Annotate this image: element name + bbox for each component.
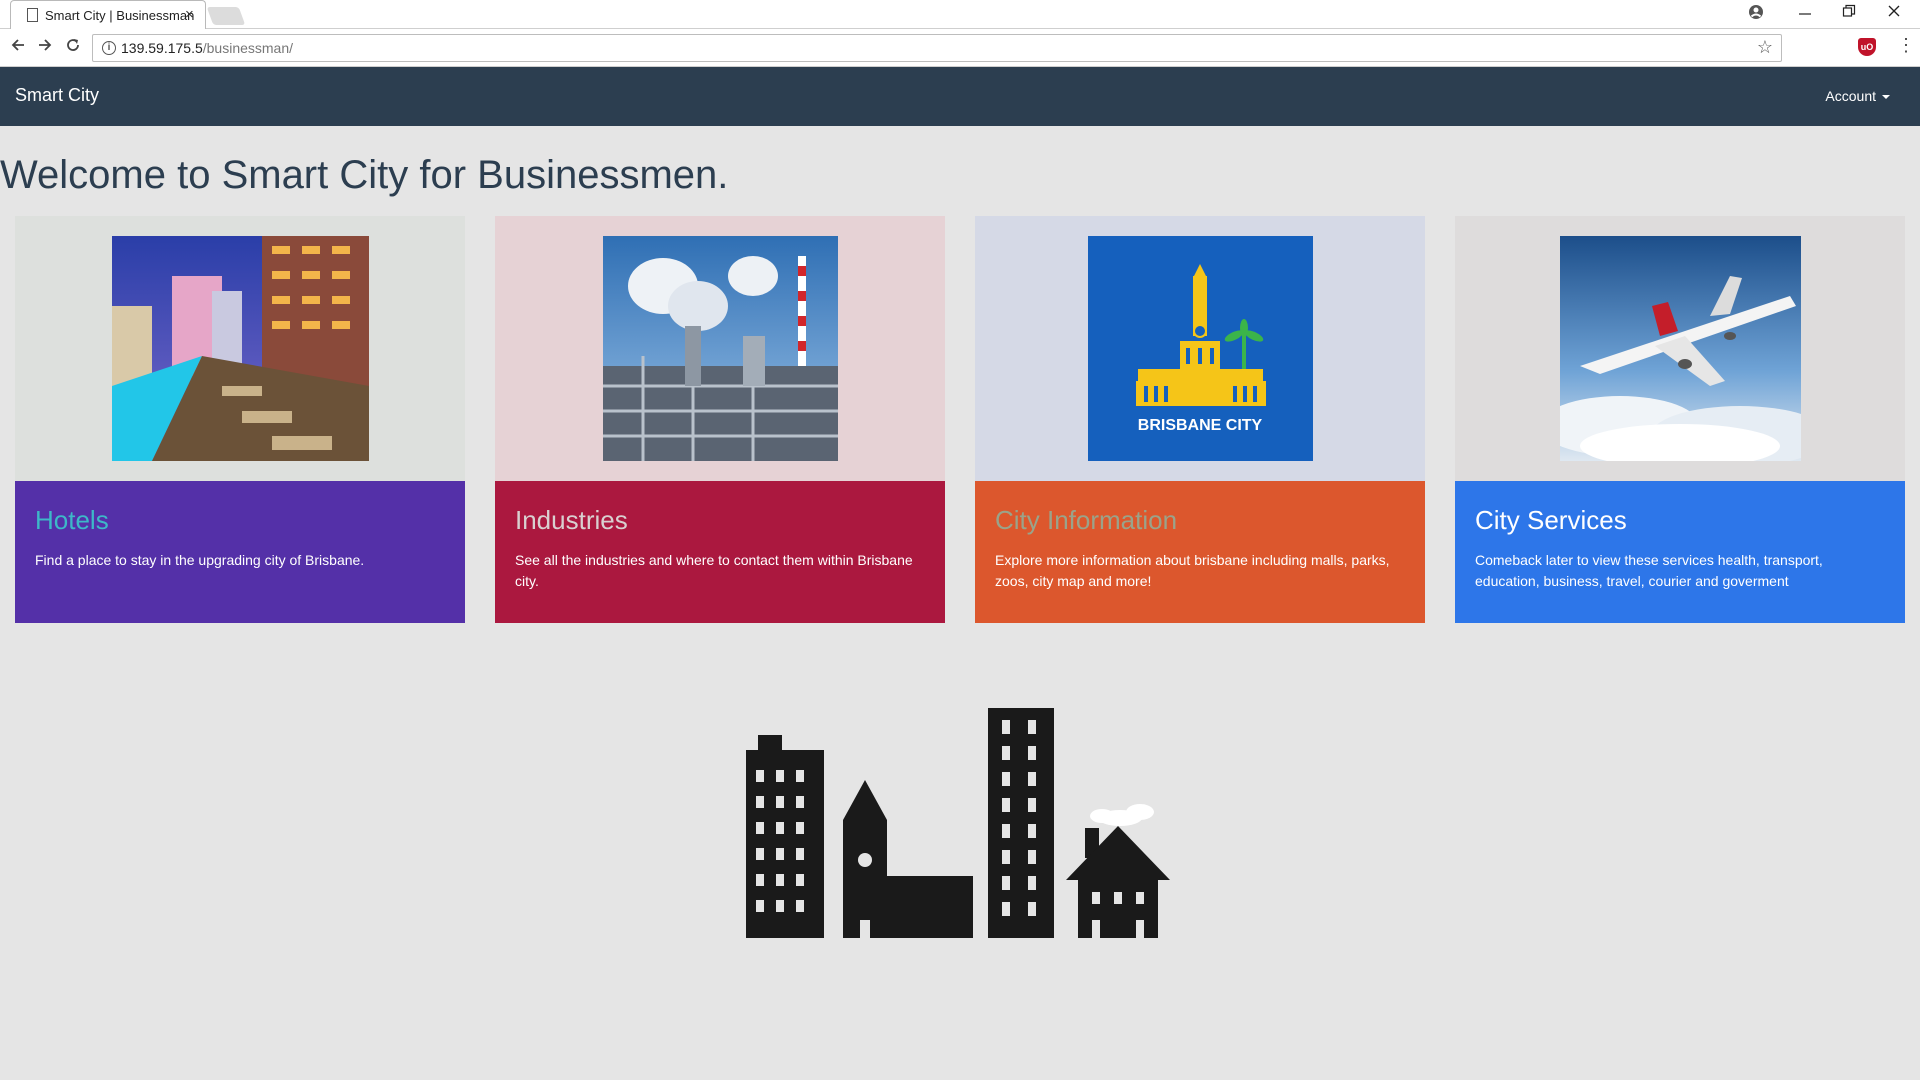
brisbane-city-logo: BRISBANE CITY	[1088, 236, 1313, 461]
browser-tab[interactable]: Smart City | Businessman ×	[10, 0, 206, 29]
caret-down-icon	[1882, 95, 1890, 100]
logo-text: BRISBANE CITY	[1138, 417, 1263, 434]
card-image-area	[495, 216, 945, 481]
account-dropdown[interactable]: Account	[1825, 88, 1890, 104]
card-title[interactable]: City Services	[1475, 505, 1885, 536]
back-arrow-icon[interactable]	[10, 37, 26, 59]
address-bar[interactable]: i 139.59.175.5/businessman/ ☆	[92, 34, 1782, 62]
minimize-icon[interactable]	[1798, 2, 1812, 25]
card-body: City Information Explore more informatio…	[975, 481, 1425, 623]
page-title: Welcome to Smart City for Businessmen.	[0, 153, 729, 197]
card-industries[interactable]: Industries See all the industries and wh…	[495, 216, 945, 623]
browser-toolbar: i 139.59.175.5/businessman/ ☆ uO ⋮	[0, 29, 1920, 67]
card-body: City Services Comeback later to view the…	[1455, 481, 1905, 623]
card-body: Industries See all the industries and wh…	[495, 481, 945, 623]
close-icon[interactable]	[1887, 4, 1901, 21]
card-city-services[interactable]: City Services Comeback later to view the…	[1455, 216, 1905, 623]
new-tab-button[interactable]	[206, 7, 246, 25]
profile-icon[interactable]	[1748, 4, 1764, 23]
browser-tab-bar: Smart City | Businessman ×	[0, 0, 1920, 29]
card-text: Find a place to stay in the upgrading ci…	[35, 552, 365, 568]
tab-title: Smart City | Businessman	[45, 8, 195, 23]
site-navbar: Smart City Account	[0, 67, 1920, 126]
star-icon[interactable]: ☆	[1757, 37, 1773, 58]
card-body: Hotels Find a place to stay in the upgra…	[15, 481, 465, 623]
card-image-area	[15, 216, 465, 481]
card-text: See all the industries and where to cont…	[515, 552, 913, 589]
city-skyline-illustration	[740, 700, 1180, 945]
restore-icon[interactable]	[1842, 4, 1856, 21]
navbar-brand[interactable]: Smart City	[15, 85, 99, 106]
airplane-image	[1560, 236, 1801, 461]
card-image-area: BRISBANE CITY	[975, 216, 1425, 481]
info-icon[interactable]: i	[102, 41, 116, 55]
hotel-pool-image	[112, 236, 369, 461]
card-title[interactable]: Industries	[515, 505, 925, 536]
tab-close-icon[interactable]: ×	[185, 6, 194, 23]
extension-icon[interactable]: uO	[1858, 38, 1876, 56]
card-title[interactable]: Hotels	[35, 505, 445, 536]
forward-arrow-icon[interactable]	[37, 37, 53, 59]
card-city-information[interactable]: BRISBANE CITY City Information Explore m…	[975, 216, 1425, 623]
card-text: Explore more information about brisbane …	[995, 552, 1390, 589]
reload-icon[interactable]	[65, 37, 81, 59]
kebab-menu-icon[interactable]: ⋮	[1897, 35, 1915, 56]
card-hotels[interactable]: Hotels Find a place to stay in the upgra…	[15, 216, 465, 623]
card-text: Comeback later to view these services he…	[1475, 552, 1823, 589]
factory-image	[603, 236, 838, 461]
url-text[interactable]: 139.59.175.5/businessman/	[121, 40, 293, 56]
card-image-area	[1455, 216, 1905, 481]
card-title[interactable]: City Information	[995, 505, 1405, 536]
document-icon	[27, 8, 38, 22]
